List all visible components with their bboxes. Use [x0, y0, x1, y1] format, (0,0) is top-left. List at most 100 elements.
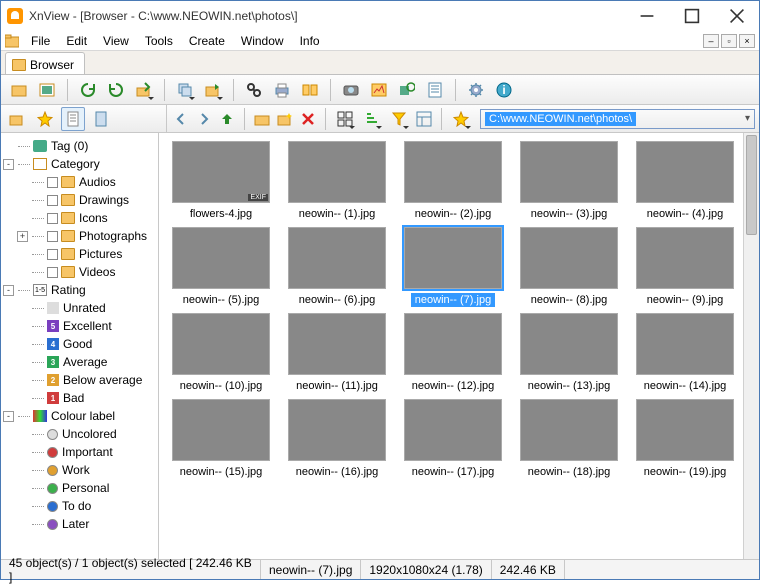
- thumbnail[interactable]: neowin-- (15).jpg: [169, 399, 273, 479]
- thumbnail-image[interactable]: [172, 141, 270, 203]
- vertical-scrollbar[interactable]: [743, 133, 759, 559]
- thumbnail[interactable]: neowin-- (12).jpg: [401, 313, 505, 393]
- close-button[interactable]: [714, 1, 759, 31]
- thumbnail[interactable]: neowin-- (19).jpg: [633, 399, 737, 479]
- thumbnail-image[interactable]: [520, 141, 618, 203]
- thumbnail[interactable]: neowin-- (6).jpg: [285, 227, 389, 307]
- tree-item[interactable]: 3Average: [3, 353, 156, 371]
- tree-item[interactable]: Icons: [3, 209, 156, 227]
- tree-item[interactable]: Drawings: [3, 191, 156, 209]
- thumbnail[interactable]: neowin-- (13).jpg: [517, 313, 621, 393]
- menu-view[interactable]: View: [95, 32, 137, 50]
- thumbnail-image[interactable]: [636, 227, 734, 289]
- thumbnail[interactable]: flowers-4.jpg: [169, 141, 273, 221]
- thumbnail-image[interactable]: [404, 141, 502, 203]
- new-folder-button[interactable]: [275, 107, 295, 131]
- thumbnail[interactable]: neowin-- (10).jpg: [169, 313, 273, 393]
- checkbox[interactable]: [47, 177, 58, 188]
- thumbnail-image[interactable]: [288, 141, 386, 203]
- tree-item[interactable]: 4Good: [3, 335, 156, 353]
- thumbnail[interactable]: neowin-- (17).jpg: [401, 399, 505, 479]
- thumbnail-image[interactable]: [288, 313, 386, 375]
- thumbnail-image[interactable]: [172, 227, 270, 289]
- thumbnail-image[interactable]: [520, 227, 618, 289]
- tree-item[interactable]: Audios: [3, 173, 156, 191]
- thumbnail-image[interactable]: [636, 399, 734, 461]
- thumbnail[interactable]: neowin-- (16).jpg: [285, 399, 389, 479]
- tree-item[interactable]: +Photographs: [3, 227, 156, 245]
- menu-create[interactable]: Create: [181, 32, 233, 50]
- favorites-button[interactable]: [33, 107, 57, 131]
- forward-button[interactable]: [194, 107, 214, 131]
- tree-item[interactable]: 1Bad: [3, 389, 156, 407]
- thumbnail-image[interactable]: [636, 141, 734, 203]
- thumbnail-image[interactable]: [520, 313, 618, 375]
- search-button[interactable]: [242, 78, 266, 102]
- checkbox[interactable]: [47, 249, 58, 260]
- thumbnail[interactable]: neowin-- (5).jpg: [169, 227, 273, 307]
- slideshow-button[interactable]: [367, 78, 391, 102]
- sort-button[interactable]: [360, 107, 384, 131]
- tree-item[interactable]: Personal: [3, 479, 156, 497]
- categories-button[interactable]: [61, 107, 85, 131]
- batch-convert-button[interactable]: [395, 78, 419, 102]
- tree-item[interactable]: -Colour label: [3, 407, 156, 425]
- thumbnail[interactable]: neowin-- (1).jpg: [285, 141, 389, 221]
- refresh-stop-button[interactable]: [104, 78, 128, 102]
- import-button[interactable]: [132, 78, 156, 102]
- thumbnail[interactable]: neowin-- (3).jpg: [517, 141, 621, 221]
- properties-button[interactable]: [89, 107, 113, 131]
- thumbnail-image[interactable]: [404, 227, 502, 289]
- filter-button[interactable]: [387, 107, 411, 131]
- delete-button[interactable]: [298, 107, 318, 131]
- checkbox[interactable]: [47, 213, 58, 224]
- thumbnail-image[interactable]: [404, 399, 502, 461]
- copy-to-button[interactable]: [173, 78, 197, 102]
- menu-tools[interactable]: Tools: [137, 32, 181, 50]
- tree-item[interactable]: To do: [3, 497, 156, 515]
- thumbnail-image[interactable]: [520, 399, 618, 461]
- tree-item[interactable]: Videos: [3, 263, 156, 281]
- thumbnail-image[interactable]: [288, 399, 386, 461]
- thumbnail-image[interactable]: [636, 313, 734, 375]
- acquire-button[interactable]: [339, 78, 363, 102]
- menu-info[interactable]: Info: [292, 32, 328, 50]
- layout-button[interactable]: [414, 107, 434, 131]
- tree-item[interactable]: Important: [3, 443, 156, 461]
- chevron-down-icon[interactable]: ▾: [745, 113, 750, 124]
- up-button[interactable]: [217, 107, 237, 131]
- thumbnail[interactable]: neowin-- (7).jpg: [401, 227, 505, 307]
- tree-item[interactable]: 2Below average: [3, 371, 156, 389]
- view-mode-button[interactable]: [333, 107, 357, 131]
- tree-item[interactable]: Pictures: [3, 245, 156, 263]
- menu-file[interactable]: File: [23, 32, 58, 50]
- favorite-star-button[interactable]: [449, 107, 473, 131]
- tree-item[interactable]: Later: [3, 515, 156, 533]
- menu-window[interactable]: Window: [233, 32, 292, 50]
- tree-item[interactable]: 5Excellent: [3, 317, 156, 335]
- refresh-button[interactable]: [76, 78, 100, 102]
- thumbnail-image[interactable]: [404, 313, 502, 375]
- tree-item[interactable]: Tag (0): [3, 137, 156, 155]
- print-button[interactable]: [270, 78, 294, 102]
- mdi-minimize-button[interactable]: –: [703, 34, 719, 48]
- address-bar[interactable]: C:\www.NEOWIN.net\photos\ ▾: [480, 109, 755, 129]
- tree-item[interactable]: Uncolored: [3, 425, 156, 443]
- thumbnail[interactable]: neowin-- (8).jpg: [517, 227, 621, 307]
- tree-item[interactable]: -Category: [3, 155, 156, 173]
- open-folder-button[interactable]: [252, 107, 272, 131]
- minimize-button[interactable]: [624, 1, 669, 31]
- tree-item[interactable]: Work: [3, 461, 156, 479]
- open-button[interactable]: [7, 78, 31, 102]
- edit-metadata-button[interactable]: [423, 78, 447, 102]
- thumbnail[interactable]: neowin-- (9).jpg: [633, 227, 737, 307]
- thumbnail-image[interactable]: [288, 227, 386, 289]
- compare-button[interactable]: [298, 78, 322, 102]
- settings-button[interactable]: [464, 78, 488, 102]
- back-button[interactable]: [171, 107, 191, 131]
- checkbox[interactable]: [47, 195, 58, 206]
- maximize-button[interactable]: [669, 1, 714, 31]
- tree-item[interactable]: Unrated: [3, 299, 156, 317]
- menu-edit[interactable]: Edit: [58, 32, 95, 50]
- checkbox[interactable]: [47, 231, 58, 242]
